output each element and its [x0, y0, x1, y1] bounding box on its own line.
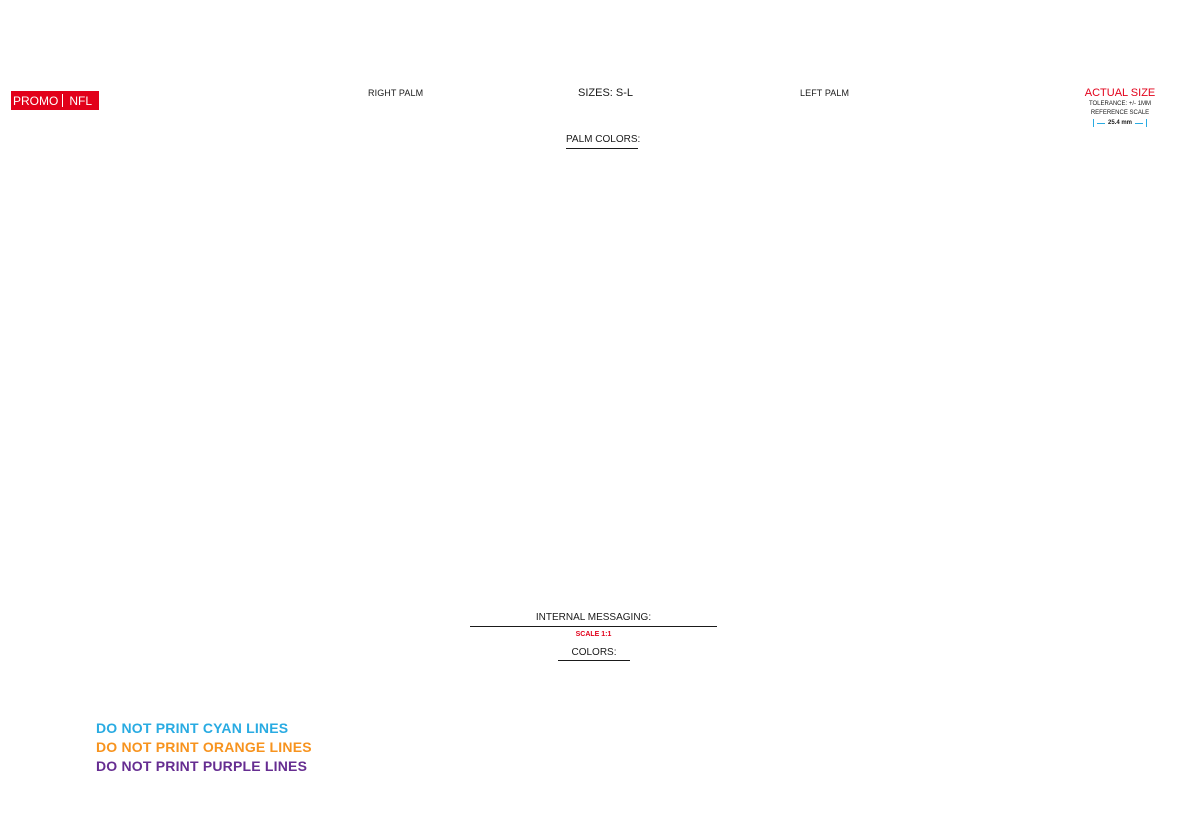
scale-bar-value: 25.4 mm	[1107, 120, 1132, 126]
scale-bar-left-tick	[1092, 119, 1094, 127]
actual-size-label: ACTUAL SIZE	[1084, 87, 1156, 99]
palm-colors-underline	[566, 148, 638, 149]
brand-badge: PROMO NFL	[11, 91, 100, 110]
scale-bar: 25.4 mm	[1080, 119, 1160, 127]
internal-messaging-underline	[470, 626, 717, 627]
warning-cyan-lines: DO NOT PRINT CYAN LINES	[96, 720, 289, 736]
palm-colors-label: PALM COLORS:	[566, 134, 641, 145]
warning-orange-lines: DO NOT PRINT ORANGE LINES	[96, 739, 312, 755]
brand-promo: PROMO	[13, 93, 59, 108]
brand-nfl: NFL	[69, 93, 93, 108]
scale-label: SCALE 1:1	[575, 631, 612, 638]
scale-bar-left-dash	[1096, 122, 1105, 124]
scale-bar-right-dash	[1135, 122, 1143, 124]
reference-scale-label: REFERENCE SCALE	[1090, 110, 1150, 116]
warning-purple-lines: DO NOT PRINT PURPLE LINES	[96, 758, 308, 774]
colors-label: COLORS:	[571, 647, 617, 658]
brand-separator	[62, 94, 64, 107]
tolerance-label: TOLERANCE: +/- 1MM	[1088, 101, 1152, 107]
colors-underline	[558, 660, 630, 661]
sizes-label: SIZES: S-L	[578, 87, 634, 99]
reference-block: ACTUAL SIZE TOLERANCE: +/- 1MM REFERENCE…	[1080, 87, 1160, 127]
right-palm-label: RIGHT PALM	[368, 88, 424, 98]
internal-messaging-label: INTERNAL MESSAGING:	[535, 612, 652, 623]
left-palm-label: LEFT PALM	[800, 88, 850, 98]
scale-bar-right-tick	[1146, 119, 1147, 127]
